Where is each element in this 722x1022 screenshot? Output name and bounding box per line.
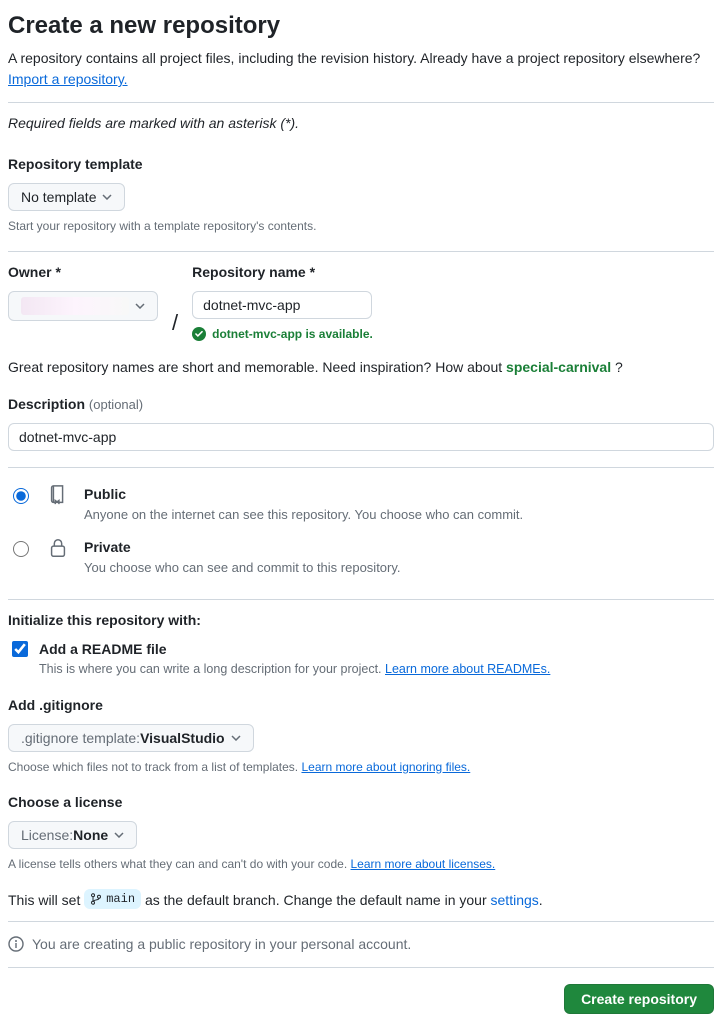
suggested-name-link[interactable]: special-carnival [506, 359, 611, 375]
branch-mid: as the default branch. Change the defaul… [145, 892, 491, 908]
path-separator: / [172, 306, 178, 343]
suggestion-post: ? [611, 359, 623, 375]
license-learn-more-link[interactable]: Learn more about licenses. [351, 857, 496, 871]
create-repository-button[interactable]: Create repository [564, 984, 714, 1014]
license-value: None [73, 827, 108, 843]
info-text: You are creating a public repository in … [32, 934, 411, 955]
gitignore-select[interactable]: .gitignore template: VisualStudio [8, 724, 254, 752]
chevron-down-icon [114, 832, 124, 838]
license-label: Choose a license [8, 792, 714, 813]
chevron-down-icon [231, 735, 241, 741]
divider [8, 251, 714, 252]
readme-learn-more-link[interactable]: Learn more about READMEs. [385, 662, 550, 676]
gitignore-help-text: Choose which files not to track from a l… [8, 760, 301, 774]
readme-subtitle: This is where you can write a long descr… [39, 660, 550, 679]
branch-pre: This will set [8, 892, 84, 908]
availability-status: dotnet-mvc-app is available. [192, 325, 373, 343]
repo-name-label: Repository name * [192, 262, 373, 283]
gitignore-learn-more-link[interactable]: Learn more about ignoring files. [301, 760, 470, 774]
branch-pill: main [84, 889, 141, 909]
readme-title: Add a README file [39, 639, 550, 660]
branch-name: main [106, 890, 135, 908]
divider [8, 967, 714, 968]
description-label-text: Description [8, 396, 89, 412]
license-help-text: A license tells others what they can and… [8, 857, 351, 871]
public-title: Public [84, 484, 523, 505]
gitignore-value: VisualStudio [140, 730, 225, 746]
owner-label: Owner * [8, 262, 158, 283]
availability-text: dotnet-mvc-app is available. [212, 325, 373, 343]
visibility-private-radio[interactable] [13, 541, 29, 557]
add-readme-checkbox[interactable] [12, 641, 28, 657]
import-repo-link[interactable]: Import a repository. [8, 71, 128, 87]
template-select[interactable]: No template [8, 183, 125, 211]
check-circle-icon [192, 327, 206, 341]
repo-icon [46, 484, 70, 506]
gitignore-prefix: .gitignore template: [21, 730, 140, 746]
readme-sub-text: This is where you can write a long descr… [39, 662, 385, 676]
info-message: You are creating a public repository in … [8, 934, 714, 955]
suggestion-pre: Great repository names are short and mem… [8, 359, 506, 375]
name-suggestion: Great repository names are short and mem… [8, 357, 714, 378]
template-value: No template [21, 189, 96, 205]
chevron-down-icon [102, 194, 112, 200]
branch-post: . [539, 892, 543, 908]
repo-name-input[interactable] [192, 291, 372, 319]
template-label: Repository template [8, 154, 714, 175]
initialize-heading: Initialize this repository with: [8, 610, 714, 631]
gitignore-label: Add .gitignore [8, 695, 714, 716]
page-subtitle: A repository contains all project files,… [8, 48, 714, 90]
default-branch-note: This will set main as the default branch… [8, 889, 714, 911]
public-subtitle: Anyone on the internet can see this repo… [84, 505, 523, 525]
subtitle-text: A repository contains all project files,… [8, 50, 700, 66]
settings-link[interactable]: settings [491, 892, 539, 908]
git-branch-icon [90, 893, 102, 905]
divider [8, 102, 714, 103]
lock-icon [46, 537, 70, 559]
required-fields-note: Required fields are marked with an aster… [8, 113, 714, 134]
private-title: Private [84, 537, 401, 558]
page-title: Create a new repository [8, 8, 714, 44]
private-subtitle: You choose who can see and commit to thi… [84, 558, 401, 578]
optional-marker: (optional) [89, 397, 143, 412]
description-input[interactable] [8, 423, 714, 451]
divider [8, 467, 714, 468]
license-help: A license tells others what they can and… [8, 855, 714, 873]
info-icon [8, 936, 24, 952]
license-select[interactable]: License: None [8, 821, 137, 849]
gitignore-help: Choose which files not to track from a l… [8, 758, 714, 776]
divider [8, 921, 714, 922]
template-help: Start your repository with a template re… [8, 217, 714, 235]
owner-avatar [21, 297, 129, 315]
owner-select[interactable] [8, 291, 158, 321]
description-label: Description (optional) [8, 394, 714, 415]
license-prefix: License: [21, 827, 73, 843]
chevron-down-icon [135, 303, 145, 309]
divider [8, 599, 714, 600]
visibility-public-radio[interactable] [13, 488, 29, 504]
